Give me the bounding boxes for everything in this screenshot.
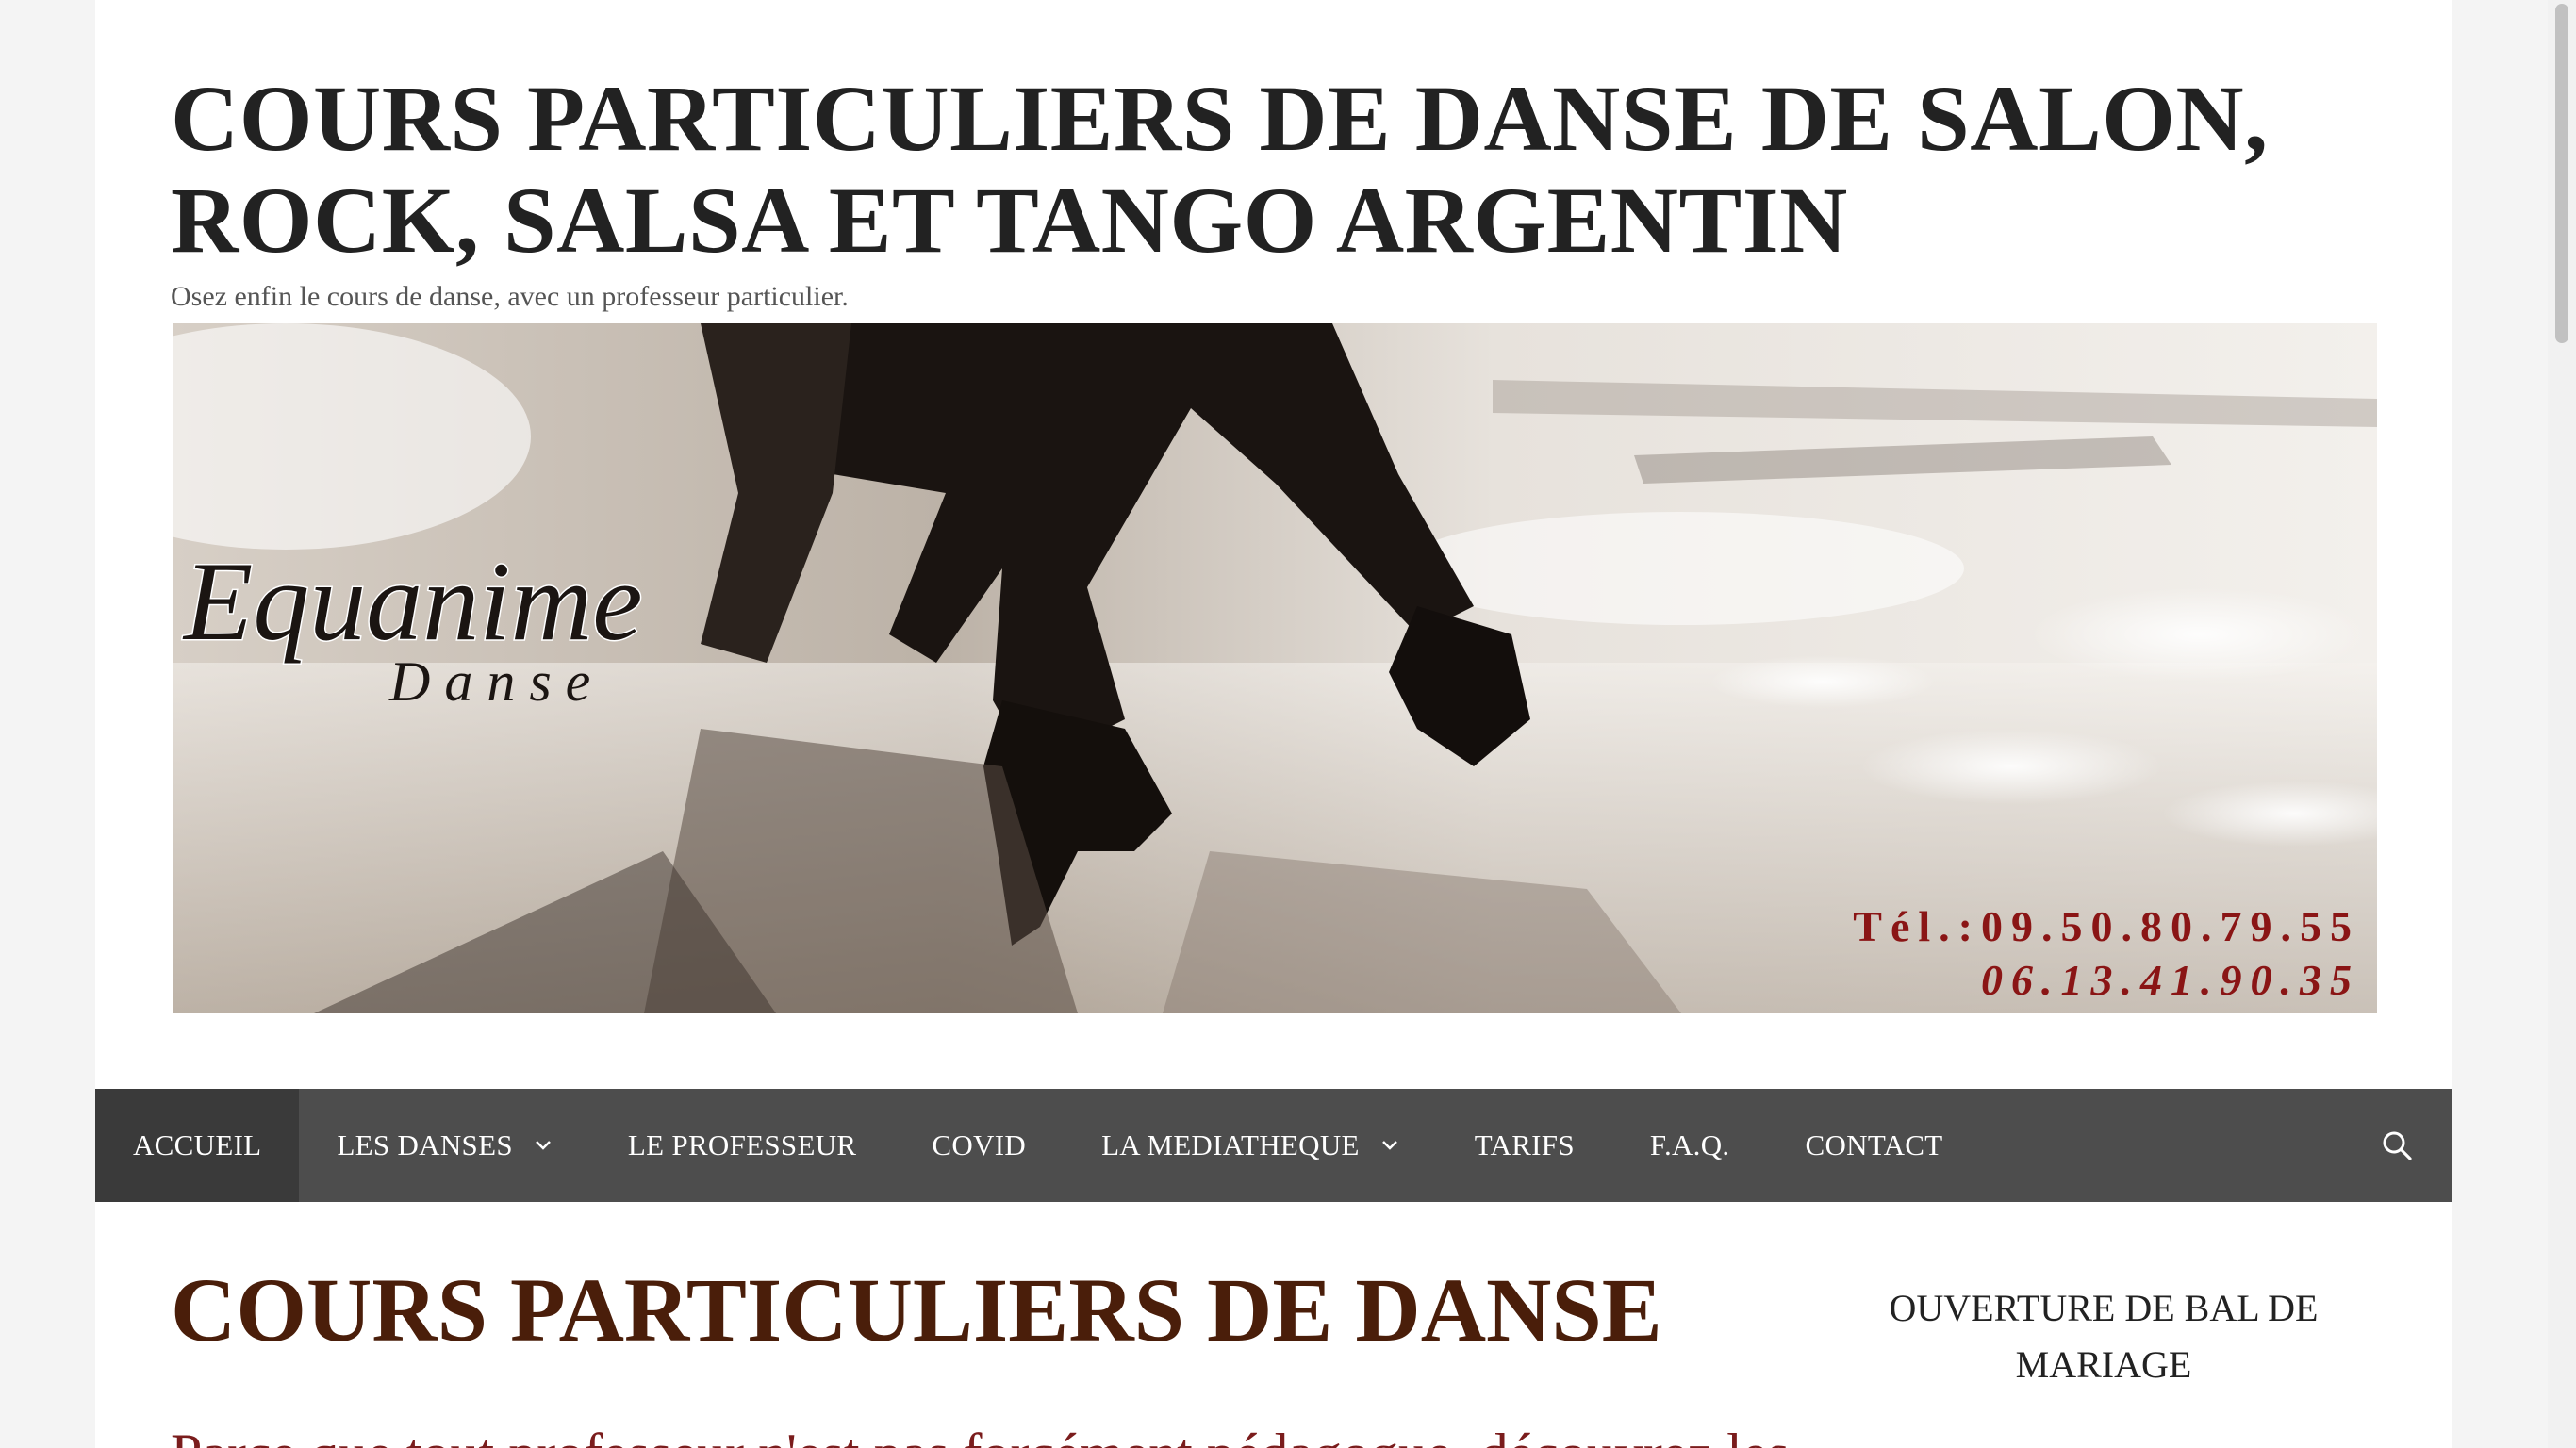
header-banner[interactable]: Equanime D a n s e Tél.:09.50.80.79.55 0…	[173, 323, 2377, 1013]
nav-label: COVID	[932, 1128, 1027, 1161]
nav-item-la-mediatheque[interactable]: LA MEDIATHEQUE	[1064, 1089, 1437, 1202]
nav-label: LE PROFESSEUR	[627, 1128, 857, 1161]
nav-item-faq[interactable]: F.A.Q.	[1612, 1089, 1768, 1202]
scrollbar[interactable]	[2548, 0, 2576, 1448]
site-title[interactable]: COURS PARTICULIERS DE DANSE DE SALON, RO…	[171, 68, 2377, 272]
logo-main: Equanime	[182, 538, 643, 664]
page-title: COURS PARTICULIERS DE DANSE	[171, 1259, 1662, 1360]
nav-item-contact[interactable]: CONTACT	[1767, 1089, 1980, 1202]
search-button[interactable]	[2341, 1089, 2452, 1202]
scrollbar-thumb[interactable]	[2555, 4, 2568, 343]
page-subtitle: Parce que tout professeur n'est pas forc…	[171, 1425, 1790, 1448]
logo-sub: D a n s e	[388, 650, 590, 713]
nav-label: LA MEDIATHEQUE	[1101, 1128, 1360, 1161]
banner-image: Equanime D a n s e Tél.:09.50.80.79.55 0…	[173, 323, 2377, 1013]
site-tagline: Osez enfin le cours de danse, avec un pr…	[171, 281, 849, 312]
nav-item-le-professeur[interactable]: LE PROFESSEUR	[590, 1089, 895, 1202]
main-navigation: ACCUEIL LES DANSES LE PROFESSEUR COVID L…	[95, 1089, 2452, 1202]
chevron-down-icon	[1380, 1139, 1399, 1152]
nav-label: ACCUEIL	[133, 1128, 262, 1161]
nav-label: F.A.Q.	[1649, 1128, 1730, 1161]
search-icon	[2383, 1131, 2412, 1160]
phone-line-1: Tél.:09.50.80.79.55	[1853, 902, 2360, 950]
phone-line-2: 06.13.41.90.35	[1981, 956, 2360, 1004]
nav-item-covid[interactable]: COVID	[894, 1089, 1064, 1202]
page-container: COURS PARTICULIERS DE DANSE DE SALON, RO…	[95, 0, 2452, 1448]
nav-item-accueil[interactable]: ACCUEIL	[95, 1089, 300, 1202]
nav-label: TARIFS	[1474, 1128, 1575, 1161]
chevron-down-icon	[534, 1139, 553, 1152]
nav-item-les-danses[interactable]: LES DANSES	[299, 1089, 589, 1202]
nav-label: LES DANSES	[337, 1128, 513, 1161]
sidebar-widget-title: OUVERTURE DE BAL DE MARIAGE	[1889, 1287, 2319, 1386]
nav-label: CONTACT	[1805, 1128, 1943, 1161]
nav-item-tarifs[interactable]: TARIFS	[1437, 1089, 1612, 1202]
